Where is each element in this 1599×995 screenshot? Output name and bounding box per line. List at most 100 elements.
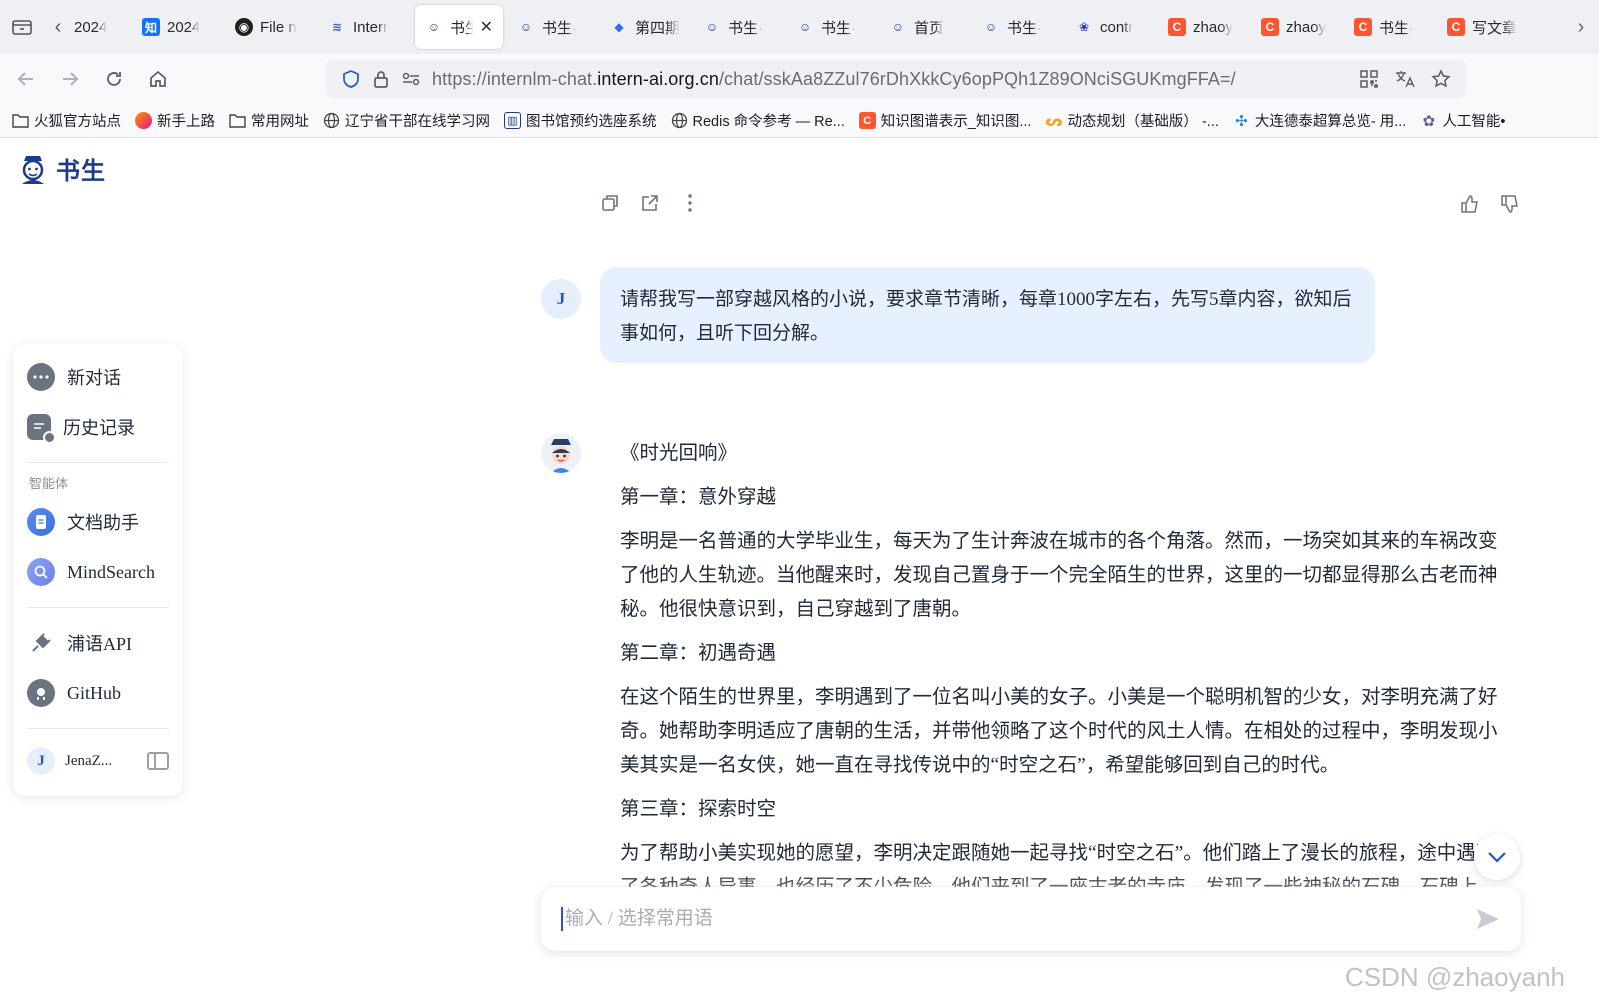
tab[interactable]: 知 2024 (132, 5, 225, 49)
globe-icon (671, 112, 687, 129)
user-profile[interactable]: J JenaZ... (27, 739, 169, 783)
tab[interactable]: ☺ 书生· (693, 5, 786, 49)
bookmark-label: 新手上路 (157, 114, 215, 130)
sidebar-item-label: 新对话 (67, 368, 121, 388)
forward-button[interactable] (48, 61, 92, 97)
tab-active[interactable]: ☺ 书生 ✕ (415, 5, 503, 49)
message-composer (541, 887, 1521, 951)
chapter-paragraph: 在这个陌生的世界里，李明遇到了一位名叫小美的女子。小美是一个聪明机智的少女，对李… (620, 687, 1498, 776)
bookmark-star-icon[interactable] (1426, 64, 1456, 94)
bookmark-label: 动态规划（基础版） -... (1067, 114, 1219, 130)
message-input[interactable] (565, 908, 1475, 930)
back-button[interactable] (4, 61, 48, 97)
feedback-actions (1460, 194, 1520, 214)
sidebar-item-doc-assistant[interactable]: 文档助手 (27, 497, 169, 547)
share-icon[interactable] (640, 193, 660, 213)
sidebar-item-github[interactable]: GitHub (27, 668, 169, 718)
reload-icon (107, 72, 121, 86)
copy-icon[interactable] (600, 193, 620, 213)
reload-button[interactable] (92, 61, 136, 97)
close-tab-icon[interactable]: ✕ (480, 17, 493, 37)
csdn-icon: C (1261, 18, 1279, 36)
sidebar-item-label: 历史记录 (63, 418, 135, 438)
bookmark-item[interactable]: Redis 命令参考 — Re... (671, 110, 845, 131)
tab-title: zhaoy (1193, 18, 1234, 36)
tab[interactable]: 2024 (72, 5, 132, 49)
bookmark-item[interactable]: ▥ 图书馆预约选座系统 (504, 110, 657, 131)
tab-strip: ‹ 2024 知 2024 ◉ File n ≋ Interr ☺ 书生 ✕ ☺… (0, 0, 1599, 54)
bookmark-label: 知识图谱表示_知识图... (880, 114, 1032, 130)
user-name: JenaZ... (65, 752, 113, 769)
firefox-icon (135, 112, 152, 129)
address-bar[interactable]: https://internlm-chat.intern-ai.org.cn/c… (326, 60, 1466, 98)
tab-title: Interr (353, 18, 389, 36)
tab[interactable]: ≋ Interr (318, 5, 411, 49)
permissions-icon[interactable] (396, 64, 426, 94)
text-caret (561, 907, 563, 931)
user-message: 请帮我写一部穿越风格的小说，要求章节清晰，每章1000字左右，先写5章内容，欲知… (600, 267, 1375, 363)
lock-icon[interactable] (366, 64, 396, 94)
shusheng-character-icon (541, 433, 581, 473)
sidebar-divider (27, 462, 169, 463)
github-icon: ◉ (235, 18, 253, 36)
tab[interactable]: ◉ File n (225, 5, 318, 49)
tab-title: 写文章 (1472, 19, 1518, 37)
tab[interactable]: C zhaoy (1158, 5, 1251, 49)
send-icon[interactable] (1475, 906, 1501, 932)
bookmark-item[interactable]: 常用网址 (229, 110, 309, 131)
tab-scroll-left-button[interactable]: ‹ (44, 0, 72, 54)
sidebar-item-history[interactable]: 历史记录 (27, 402, 169, 452)
home-button[interactable] (136, 61, 180, 97)
bookmark-item[interactable]: 辽宁省干部在线学习网 (323, 110, 490, 131)
csdn-icon: C (858, 112, 876, 129)
tab-scroll-right-button[interactable]: › (1563, 0, 1599, 54)
qr-code-icon[interactable] (1354, 64, 1384, 94)
tab-title: contr (1100, 18, 1134, 36)
bookmark-item[interactable]: C 知识图谱表示_知识图... (858, 110, 1032, 131)
sidebar-item-api[interactable]: 浦语API (27, 618, 169, 668)
more-vertical-icon[interactable] (680, 193, 700, 213)
tab[interactable]: ☺ 首页 (879, 5, 972, 49)
translate-icon[interactable] (1390, 64, 1420, 94)
url-text[interactable]: https://internlm-chat.intern-ai.org.cn/c… (432, 69, 1236, 90)
tab[interactable]: ❀ contr (1065, 5, 1158, 49)
bookmark-item[interactable]: ᔕ 动态规划（基础版） -... (1045, 110, 1218, 131)
browser-window: ‹ 2024 知 2024 ◉ File n ≋ Interr ☺ 书生 ✕ ☺… (0, 0, 1599, 995)
sidebar-collapse-icon[interactable] (147, 752, 169, 770)
sidebar-item-mindsearch[interactable]: MindSearch (27, 547, 169, 597)
tab[interactable]: ◆ 第四期 (600, 5, 693, 49)
leetcode-icon: ᔕ (1045, 112, 1063, 130)
tabs: 2024 知 2024 ◉ File n ≋ Interr ☺ 书生 ✕ ☺ 书… (72, 0, 1563, 54)
folder-icon (229, 114, 246, 128)
tab[interactable]: ☺ 书生· (972, 5, 1065, 49)
thumbs-down-icon[interactable] (1500, 194, 1520, 214)
avatar: J (27, 747, 55, 775)
tab[interactable]: ☺ 书生· (786, 5, 879, 49)
brand-logo[interactable]: 书生 (16, 151, 106, 186)
tracking-protection-icon[interactable] (336, 64, 366, 94)
mindsearch-icon (27, 558, 55, 586)
sidebar-item-label: MindSearch (67, 561, 155, 582)
bookmark-item[interactable]: ✿ 人工智能• (1420, 110, 1506, 131)
csdn-icon: C (1447, 18, 1465, 36)
tab-title: 书生· (728, 19, 763, 37)
thumbs-up-icon[interactable] (1460, 194, 1480, 214)
plug-icon (27, 629, 55, 657)
bookmark-item[interactable]: 火狐官方站点 (12, 110, 121, 131)
sidebar-item-label: 浦语API (67, 634, 133, 654)
sidebar: 新对话 历史记录 智能体 文档助手 MindSearch 浦语API GitHu… (13, 344, 183, 796)
tab-list-button[interactable] (0, 0, 44, 54)
tab[interactable]: C 写文章 (1437, 5, 1530, 49)
tab[interactable]: C zhaoy (1251, 5, 1344, 49)
shusheng-icon: ☺ (984, 20, 998, 34)
tab[interactable]: ☺ 书生· (507, 5, 600, 49)
tab[interactable]: C 书生· (1344, 5, 1437, 49)
avatar: J (541, 279, 581, 319)
chevron-down-icon (1488, 852, 1506, 863)
sidebar-item-new-chat[interactable]: 新对话 (27, 352, 169, 402)
tab-title: 书生· (1379, 19, 1414, 37)
history-icon (27, 414, 56, 444)
bookmark-item[interactable]: ✣ 大连德泰超算总览- 用... (1233, 110, 1406, 131)
bookmark-item[interactable]: 新手上路 (135, 110, 215, 131)
globe-icon (323, 112, 340, 129)
